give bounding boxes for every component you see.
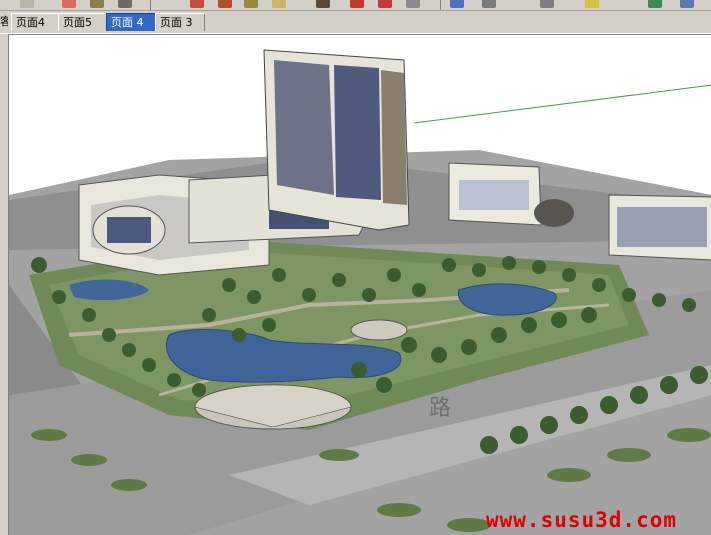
tower-side [381, 70, 407, 205]
left-panel-stub: 客 [0, 15, 8, 28]
shadow-icon[interactable] [680, 0, 694, 8]
scene-tab-bar: 客 页面4 页面5 页面 4 页面 3 [0, 11, 711, 34]
model-viewport[interactable]: 路 [8, 34, 711, 535]
far-right-building-glass [617, 207, 707, 247]
eraser-icon[interactable] [62, 0, 76, 8]
layer-icon[interactable] [648, 0, 662, 8]
viewport-left-frame [0, 34, 8, 534]
watermark: www.susu3d.com [486, 508, 678, 532]
rectangle-icon[interactable] [190, 0, 204, 8]
push-pull-icon[interactable] [218, 0, 232, 8]
orbit-icon[interactable] [316, 0, 330, 8]
tab-page-3[interactable]: 页面 3 [155, 13, 205, 31]
round-plaza [350, 319, 408, 341]
tab-page5[interactable]: 页面5 [58, 13, 109, 31]
arc-icon[interactable] [118, 0, 132, 8]
cylinder-building [534, 199, 574, 227]
right-building-glass [459, 180, 529, 210]
pan-icon[interactable] [350, 0, 364, 8]
paint-icon[interactable] [450, 0, 464, 8]
tape-icon[interactable] [406, 0, 420, 8]
select-icon[interactable] [20, 0, 34, 8]
component-icon[interactable] [585, 0, 599, 8]
tower-facade-left [274, 60, 334, 195]
green-axis-line [413, 84, 711, 124]
road-label: 路 [429, 396, 451, 421]
zoom-icon[interactable] [378, 0, 392, 8]
pencil-icon[interactable] [90, 0, 104, 8]
site-model-render: 路 [9, 49, 711, 535]
tower-facade-glass [334, 65, 381, 200]
section-icon[interactable] [540, 0, 554, 8]
walk-icon[interactable] [482, 0, 496, 8]
rotunda-glass [107, 217, 151, 243]
tab-page-4-active[interactable]: 页面 4 [106, 13, 161, 31]
rotate-icon[interactable] [272, 0, 286, 8]
toolbar [0, 0, 711, 11]
move-icon[interactable] [244, 0, 258, 8]
tab-page4[interactable]: 页面4 [11, 13, 61, 31]
